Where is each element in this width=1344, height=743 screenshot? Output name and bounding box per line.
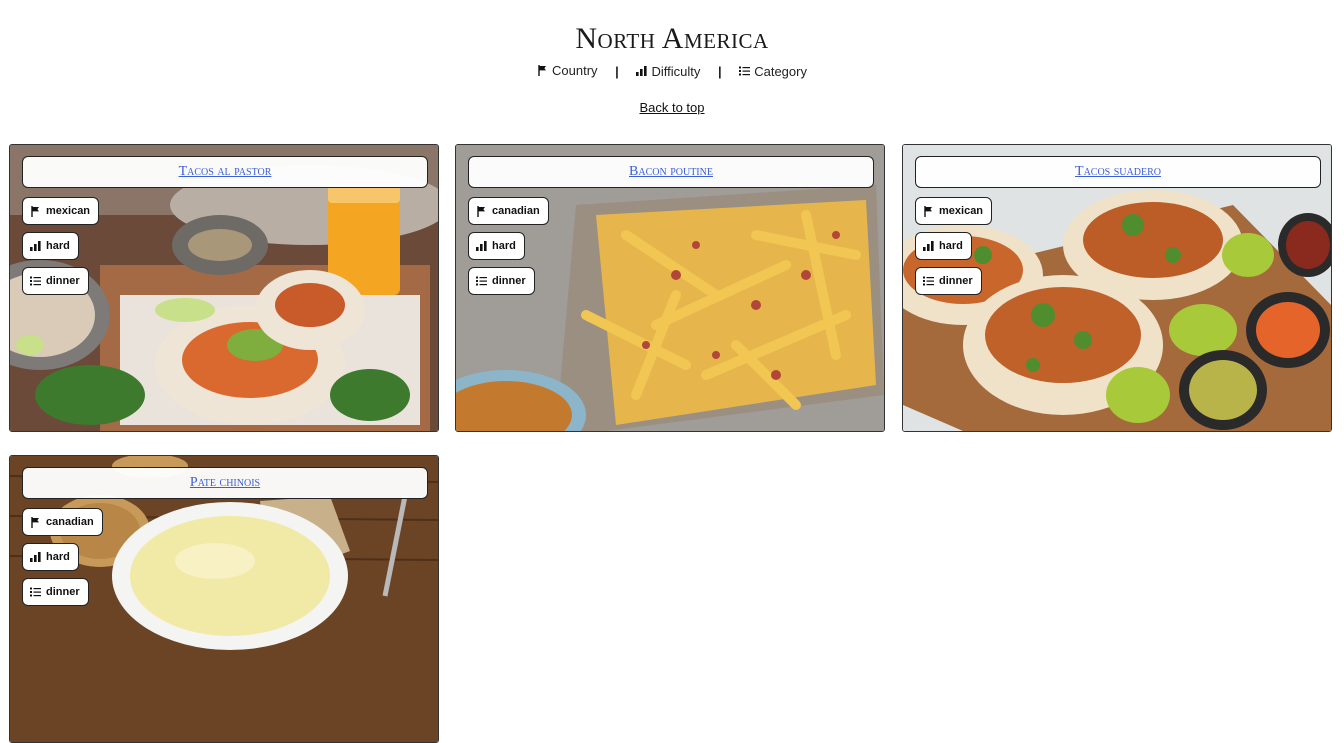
bar-chart-icon	[476, 241, 487, 252]
flag-icon	[923, 205, 934, 217]
filter-country-label: Country	[552, 63, 598, 78]
filter-difficulty-label: Difficulty	[651, 63, 701, 79]
recipe-card[interactable]: Bacon poutine canadian hard dinner	[455, 144, 885, 432]
category-tag[interactable]: dinner	[22, 267, 89, 295]
filter-difficulty[interactable]: Difficulty	[636, 64, 700, 79]
flag-icon	[537, 65, 548, 76]
list-icon	[476, 276, 487, 287]
recipe-title-link[interactable]: Tacos suadero	[1075, 164, 1161, 180]
filter-category[interactable]: Category	[739, 64, 807, 79]
recipe-card[interactable]: Tacos al pastor mexican hard dinner	[9, 144, 439, 432]
difficulty-tag-label: hard	[46, 240, 70, 252]
category-tag-label: dinner	[46, 586, 80, 598]
difficulty-tag[interactable]: hard	[22, 232, 79, 260]
back-to-top-container: Back to top	[0, 100, 1344, 115]
filter-bar: Country | Difficulty | Category	[0, 63, 1344, 79]
difficulty-tag[interactable]: hard	[915, 232, 972, 260]
list-icon	[30, 587, 41, 598]
difficulty-tag[interactable]: hard	[22, 543, 79, 571]
category-tag-label: dinner	[46, 275, 80, 287]
difficulty-tag-label: hard	[939, 240, 963, 252]
list-icon	[739, 66, 751, 77]
category-tag[interactable]: dinner	[468, 267, 535, 295]
filter-separator: |	[615, 64, 619, 79]
list-icon	[923, 276, 934, 287]
filter-separator: |	[717, 64, 722, 79]
country-tag-label: mexican	[939, 205, 984, 217]
country-tag-label: canadian	[492, 205, 540, 217]
country-tag[interactable]: mexican	[915, 197, 993, 225]
bar-chart-icon	[30, 552, 41, 563]
recipe-title-link[interactable]: Tacos al pastor	[179, 164, 272, 180]
difficulty-tag[interactable]: hard	[468, 232, 525, 260]
page-title: North America	[575, 22, 769, 55]
country-tag[interactable]: mexican	[22, 197, 100, 225]
category-tag-label: dinner	[492, 275, 526, 287]
list-icon	[30, 276, 41, 287]
filter-category-label: Category	[754, 63, 807, 79]
country-tag[interactable]: canadian	[22, 508, 103, 536]
bar-chart-icon	[30, 241, 41, 252]
recipe-title-box: Pate chinois	[22, 467, 428, 499]
difficulty-tag-label: hard	[46, 551, 70, 563]
recipe-title-box: Tacos al pastor	[22, 156, 428, 188]
flag-icon	[30, 205, 41, 217]
recipe-card[interactable]: Pate chinois canadian hard dinner	[9, 455, 439, 743]
category-tag[interactable]: dinner	[22, 578, 89, 606]
recipe-card[interactable]: Tacos suadero mexican hard dinner	[902, 144, 1332, 432]
flag-icon	[30, 516, 41, 528]
recipe-title-box: Bacon poutine	[468, 156, 874, 188]
category-tag-label: dinner	[939, 275, 973, 287]
back-to-top-link[interactable]: Back to top	[639, 100, 704, 115]
bar-chart-icon	[636, 66, 648, 77]
filter-country[interactable]: Country	[537, 63, 598, 78]
category-tag[interactable]: dinner	[915, 267, 982, 295]
flag-icon	[476, 205, 487, 217]
recipe-title-box: Tacos suadero	[915, 156, 1321, 188]
country-tag-label: mexican	[46, 205, 91, 217]
recipe-title-link[interactable]: Pate chinois	[190, 475, 260, 491]
country-tag-label: canadian	[46, 516, 94, 528]
country-tag[interactable]: canadian	[468, 197, 549, 225]
bar-chart-icon	[923, 241, 934, 252]
recipe-title-link[interactable]: Bacon poutine	[629, 164, 713, 180]
difficulty-tag-label: hard	[492, 240, 516, 252]
